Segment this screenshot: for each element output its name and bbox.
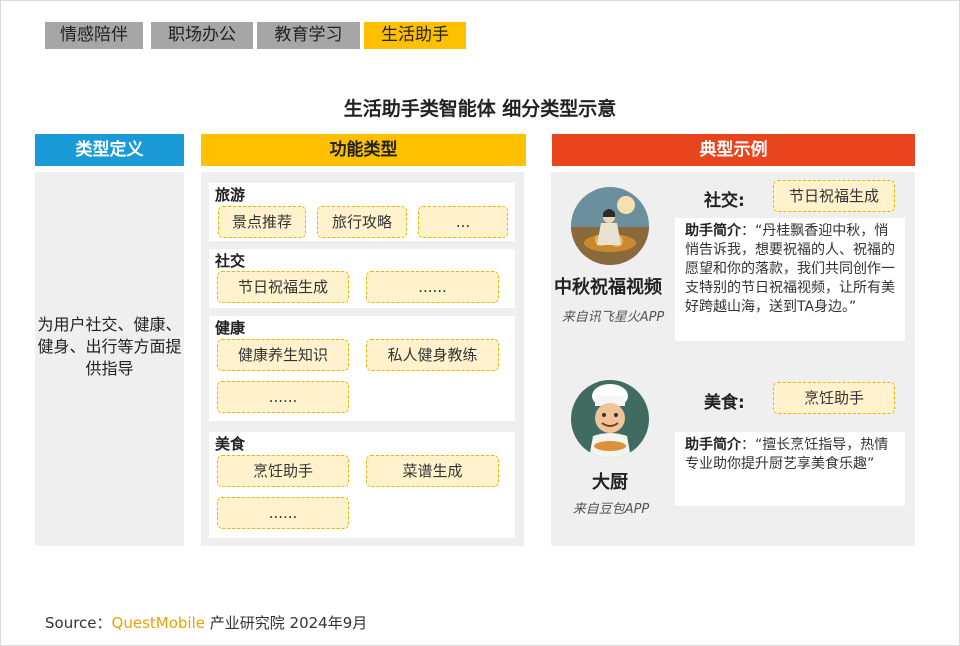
example-intro-card: 助手简介：“擅长烹饪指导，热情专业助你提升厨艺享美食乐趣” [675,432,905,506]
function-pill: 烹饪助手 [217,455,349,487]
function-pill: ...... [366,271,499,303]
function-panel: 旅游 景点推荐 旅行攻略 ... 社交 节日祝福生成 ...... 健康 健康养… [201,172,524,546]
category-social: 社交 节日祝福生成 ...... [209,249,515,308]
function-pill: 健康养生知识 [217,339,349,371]
category-travel: 旅游 景点推荐 旅行攻略 ... [209,183,515,241]
category-title: 健康 [215,319,246,337]
category-health: 健康 健康养生知识 私人健身教练 ...... [209,316,515,421]
function-pill: ...... [217,497,349,529]
function-pill: 节日祝福生成 [217,271,349,303]
example-source: 来自豆包APP [572,502,650,517]
source-prefix: Source： [45,614,112,632]
intro-label: 助手简介 [685,223,741,239]
example-name: 大厨 [592,472,628,493]
example-name: 中秋祝福视频 [554,277,662,298]
definition-text: 为用户社交、健康、健身、出行等方面提供指导 [37,315,182,378]
category-food: 美食 烹饪助手 菜谱生成 ...... [209,432,515,538]
function-pill: 菜谱生成 [366,455,499,487]
page-title: 生活助手类智能体 细分类型示意 [343,98,617,120]
column-header-examples: 典型示例 [552,134,915,166]
definition-panel: 为用户社交、健康、健身、出行等方面提供指导 [35,172,184,546]
function-pill: 景点推荐 [218,206,306,238]
function-pill: 旅行攻略 [317,206,407,238]
examples-panel: 中秋祝福视频 来自讯飞星火APP 社交: 节日祝福生成 助手简介：“丹桂飘香迎中… [551,172,915,546]
column-header-definition: 类型定义 [35,134,184,166]
tab-office[interactable]: 职场办公 [151,22,253,49]
function-pill: ... [418,206,508,238]
chef-avatar [571,380,649,458]
brand-name: QuestMobile [111,614,205,632]
example-category-label: 社交: [704,191,745,211]
example-source: 来自讯飞星火APP [561,310,665,325]
column-header-function: 功能类型 [201,134,526,166]
example-intro-card: 助手简介：“丹桂飘香迎中秋，悄悄告诉我，想要祝福的人、祝福的愿望和你的落款，我们… [675,218,905,341]
example-tag: 节日祝福生成 [773,180,895,212]
tab-life-assistant[interactable]: 生活助手 [364,22,466,49]
category-title: 美食 [215,435,246,453]
function-pill: ...... [217,381,349,413]
source-footer: Source：QuestMobile 产业研究院 2024年9月 [45,612,367,633]
category-title: 旅游 [215,186,246,204]
mid-autumn-avatar [571,187,649,265]
example-tag: 烹饪助手 [773,382,895,414]
function-pill: 私人健身教练 [366,339,499,371]
intro-label: 助手简介 [685,437,741,453]
category-title: 社交 [215,252,246,270]
tab-education[interactable]: 教育学习 [257,22,360,49]
tab-emotional-companion[interactable]: 情感陪伴 [45,22,143,49]
example-category-label: 美食: [704,393,745,413]
source-suffix: 产业研究院 2024年9月 [204,614,368,632]
